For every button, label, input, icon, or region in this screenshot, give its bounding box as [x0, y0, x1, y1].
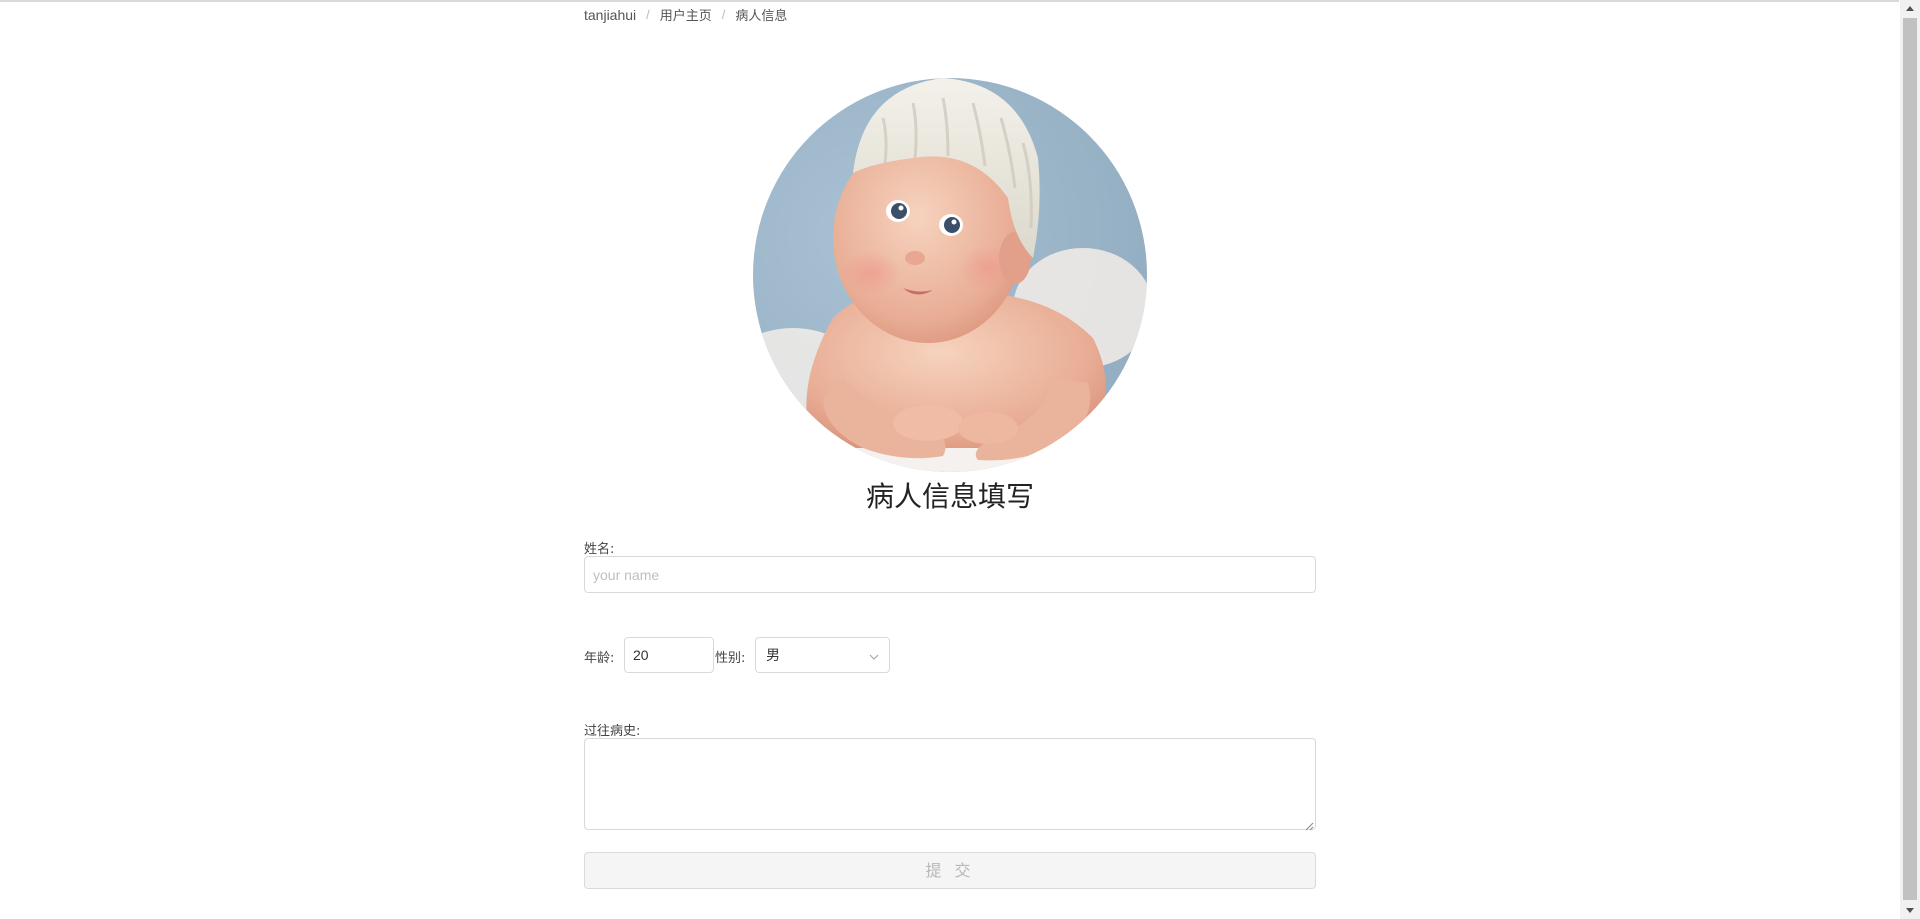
breadcrumb-separator: /	[721, 7, 726, 22]
breadcrumb: tanjiahui / 用户主页 / 病人信息	[584, 5, 787, 24]
history-textarea[interactable]	[584, 738, 1316, 830]
name-input[interactable]	[584, 556, 1316, 593]
age-label: 年龄:	[584, 651, 615, 666]
page-title: 病人信息填写	[865, 480, 1034, 513]
gender-select[interactable]: 男	[755, 637, 890, 673]
triangle-up-icon[interactable]	[1900, 0, 1920, 17]
resize-handle-icon[interactable]	[1304, 818, 1314, 831]
submit-button[interactable]: 提 交	[584, 852, 1316, 889]
triangle-down-icon[interactable]	[1900, 902, 1920, 919]
top-border	[0, 0, 1899, 2]
breadcrumb-separator: /	[646, 7, 650, 22]
name-label: 姓名:	[584, 542, 615, 557]
breadcrumb-item-home[interactable]: 用户主页	[660, 5, 712, 24]
avatar-image	[753, 78, 1147, 472]
history-label: 过往病史:	[584, 724, 641, 739]
breadcrumb-item-user[interactable]: tanjiahui	[584, 7, 636, 23]
gender-label: 性别:	[715, 651, 746, 666]
scrollbar-thumb[interactable]	[1903, 18, 1917, 900]
vertical-scrollbar[interactable]	[1900, 0, 1920, 919]
breadcrumb-item-current: 病人信息	[735, 8, 788, 23]
age-input[interactable]	[624, 637, 714, 673]
avatar	[753, 78, 1147, 472]
chevron-down-icon	[869, 647, 879, 663]
gender-selected-value: 男	[766, 647, 780, 663]
history-field-wrapper	[584, 738, 1316, 831]
